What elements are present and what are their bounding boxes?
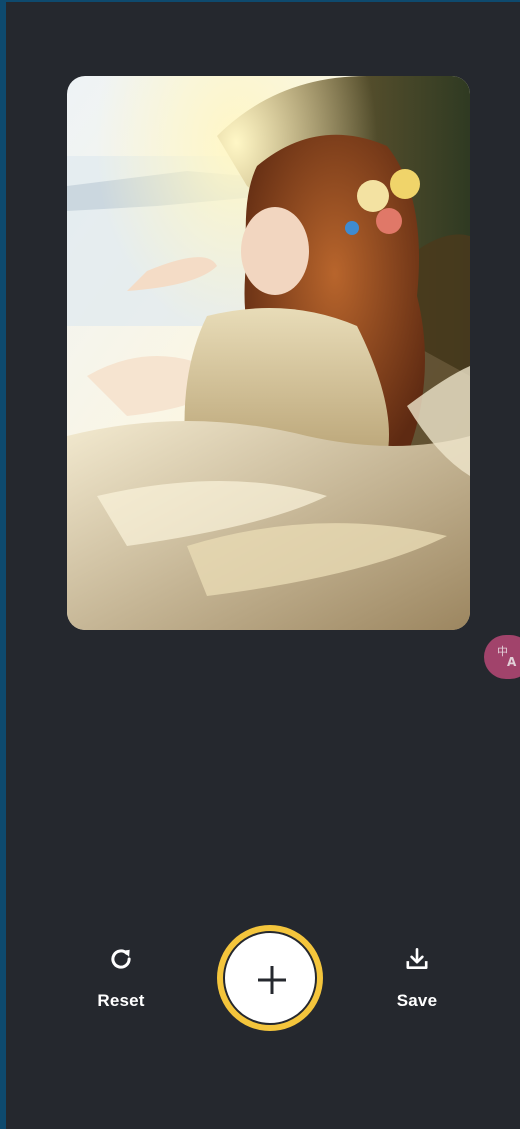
reset-button[interactable]: Reset bbox=[71, 946, 171, 1011]
portrait-photo bbox=[67, 76, 470, 630]
refresh-icon bbox=[71, 946, 171, 974]
svg-text:A: A bbox=[507, 655, 517, 668]
save-label: Save bbox=[396, 991, 438, 1010]
download-icon bbox=[367, 946, 467, 974]
plus-icon bbox=[258, 966, 286, 994]
add-photo-button[interactable] bbox=[217, 925, 323, 1031]
translate-button[interactable]: 中 A bbox=[484, 635, 520, 679]
save-button[interactable]: Save bbox=[367, 946, 467, 1011]
translate-icon: 中 A bbox=[497, 645, 517, 668]
app-screen: 中 A Reset Save bbox=[6, 2, 520, 1129]
reset-label: Reset bbox=[97, 991, 145, 1010]
